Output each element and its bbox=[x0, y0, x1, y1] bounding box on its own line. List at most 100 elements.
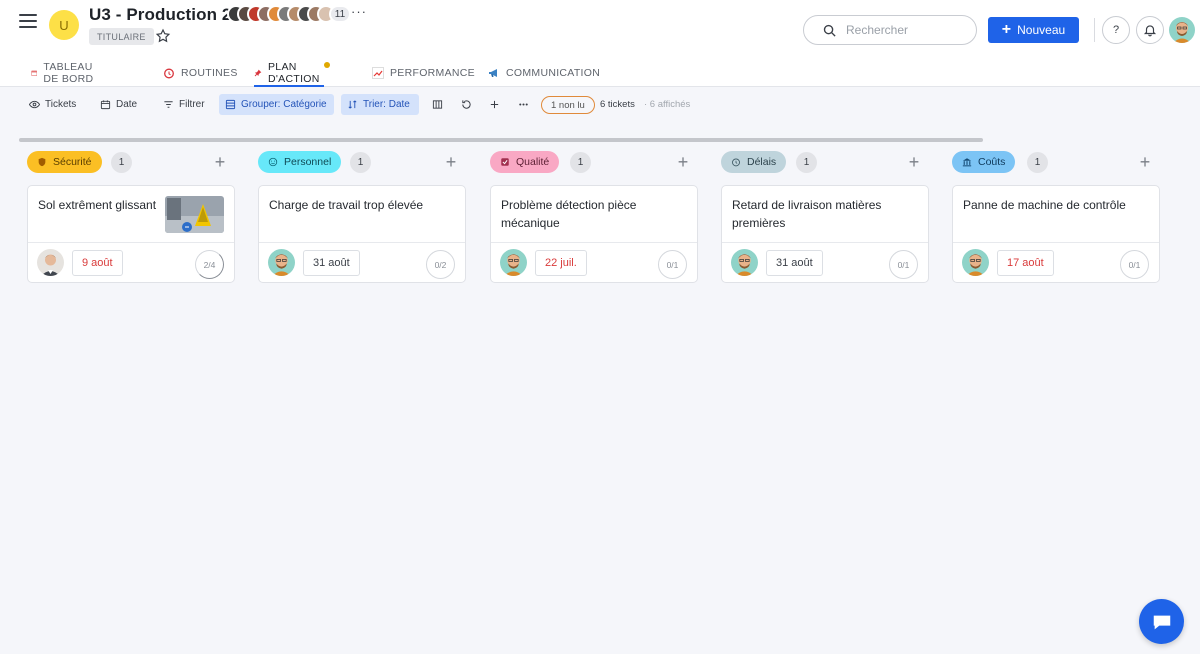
category-label: Coûts bbox=[978, 156, 1006, 168]
ticket-card[interactable]: Charge de travail trop élevée 31 août 0/… bbox=[258, 185, 466, 283]
tab-label: TABLEAU DE BORD bbox=[43, 60, 94, 85]
card-title: Charge de travail trop élevée bbox=[269, 198, 424, 212]
category-pill[interactable]: Sécurité bbox=[27, 151, 102, 173]
add-card-button[interactable]: + bbox=[441, 150, 461, 174]
progress-label: 2/4 bbox=[203, 259, 216, 270]
card-thumbnail bbox=[165, 196, 224, 233]
help-button[interactable]: ? bbox=[1102, 16, 1130, 44]
add-card-button[interactable]: + bbox=[210, 150, 230, 174]
star-icon[interactable] bbox=[155, 28, 171, 44]
add-card-button[interactable]: + bbox=[1135, 150, 1155, 174]
category-count: 1 bbox=[111, 152, 132, 173]
progress-indicator: 0/1 bbox=[889, 250, 918, 279]
search-icon bbox=[823, 24, 836, 37]
sort-label: Trier: Date bbox=[363, 99, 410, 110]
category-pill[interactable]: Délais bbox=[721, 151, 787, 173]
tab-plan-d-action[interactable]: PLAN D'ACTION bbox=[254, 58, 330, 87]
progress-indicator: 0/2 bbox=[426, 250, 455, 279]
more-toolbar-button[interactable] bbox=[512, 94, 535, 115]
category-label: Sécurité bbox=[53, 156, 92, 168]
card-title: Sol extrêment glissant bbox=[38, 198, 157, 212]
sort-icon bbox=[348, 100, 357, 109]
assignee-avatar[interactable] bbox=[731, 249, 758, 276]
card-divider bbox=[491, 242, 697, 243]
card-title: Panne de machine de contrôle bbox=[963, 198, 1126, 212]
due-date-chip[interactable]: 31 août bbox=[766, 250, 823, 276]
shown-count: · 6 affichés bbox=[644, 99, 691, 110]
more-options-icon[interactable]: ··· bbox=[351, 4, 367, 19]
calendar-icon bbox=[31, 70, 38, 76]
refresh-button[interactable] bbox=[455, 94, 478, 115]
search-box[interactable] bbox=[803, 15, 977, 45]
tickets-label: Tickets bbox=[45, 99, 77, 110]
search-input[interactable] bbox=[846, 23, 966, 37]
card-title: Problème détection pièce mécanique bbox=[501, 198, 637, 230]
plus-icon: + bbox=[1001, 21, 1012, 38]
pin-icon bbox=[254, 69, 262, 76]
member-avatars[interactable]: 11 bbox=[227, 5, 351, 23]
chat-icon bbox=[1153, 615, 1170, 629]
columns-button[interactable] bbox=[426, 94, 449, 115]
page-title: U3 - Production 2 bbox=[89, 5, 232, 24]
tickets-toggle[interactable]: Tickets bbox=[23, 94, 82, 115]
tab-label: PLAN D'ACTION bbox=[268, 60, 320, 85]
assignee-avatar[interactable] bbox=[268, 249, 295, 276]
tab-performance[interactable]: PERFORMANCE bbox=[372, 58, 475, 87]
new-button-label: Nouveau bbox=[1017, 23, 1066, 37]
column-header-personnel: Personnel 1 + bbox=[258, 150, 462, 174]
progress-label: 0/1 bbox=[666, 259, 679, 270]
smile-icon bbox=[268, 157, 278, 167]
assignee-avatar[interactable] bbox=[37, 249, 64, 276]
progress-indicator: 0/1 bbox=[1120, 250, 1149, 279]
due-date-chip[interactable]: 17 août bbox=[997, 250, 1054, 276]
column-header-qualite: Qualité 1 + bbox=[490, 150, 694, 174]
horizontal-scrollbar[interactable] bbox=[19, 138, 983, 142]
ticket-card[interactable]: Problème détection pièce mécanique 22 ju… bbox=[490, 185, 698, 283]
card-divider bbox=[28, 242, 234, 243]
filter-button[interactable]: Filtrer bbox=[157, 94, 211, 115]
unread-dot bbox=[323, 62, 330, 68]
due-date-chip[interactable]: 9 août bbox=[72, 250, 123, 276]
group-button[interactable]: Grouper: Catégorie bbox=[219, 94, 334, 115]
filter-label: Filtrer bbox=[179, 99, 205, 110]
date-toggle[interactable]: Date bbox=[94, 94, 143, 115]
ticket-card[interactable]: Panne de machine de contrôle 17 août 0/1 bbox=[952, 185, 1160, 283]
category-count: 1 bbox=[570, 152, 591, 173]
tab-label: COMMUNICATION bbox=[506, 66, 601, 79]
ticket-card[interactable]: Retard de livraison matières premières 3… bbox=[721, 185, 929, 283]
category-pill[interactable]: Qualité bbox=[490, 151, 560, 173]
new-button[interactable]: + Nouveau bbox=[988, 17, 1079, 43]
category-label: Qualité bbox=[516, 156, 550, 168]
calendar-icon bbox=[100, 100, 111, 110]
add-card-button[interactable]: + bbox=[904, 150, 924, 174]
menu-icon[interactable] bbox=[19, 14, 37, 28]
chat-button[interactable] bbox=[1139, 599, 1184, 644]
tab-tableau-de-bord[interactable]: TABLEAU DE BORD bbox=[31, 58, 98, 87]
checkbox-icon bbox=[501, 158, 509, 166]
tickets-count: 6 tickets bbox=[600, 99, 635, 110]
sort-button[interactable]: Trier: Date bbox=[341, 94, 419, 115]
filter-icon bbox=[164, 101, 173, 108]
notifications-button[interactable] bbox=[1136, 16, 1164, 44]
tab-communication[interactable]: COMMUNICATION bbox=[488, 58, 600, 87]
megaphone-icon bbox=[489, 68, 497, 77]
progress-indicator: 2/4 bbox=[195, 250, 224, 279]
category-pill[interactable]: Coûts bbox=[952, 151, 1016, 173]
category-count: 1 bbox=[350, 152, 371, 173]
unread-filter[interactable]: 1 non lu bbox=[541, 96, 595, 114]
user-avatar[interactable] bbox=[1169, 17, 1195, 43]
due-date-chip[interactable]: 22 juil. bbox=[535, 250, 587, 276]
due-date-chip[interactable]: 31 août bbox=[303, 250, 360, 276]
space-avatar[interactable]: U bbox=[49, 10, 79, 40]
add-card-button[interactable]: + bbox=[673, 150, 693, 174]
card-divider bbox=[722, 242, 928, 243]
add-button[interactable] bbox=[483, 94, 506, 115]
assignee-avatar[interactable] bbox=[962, 249, 989, 276]
category-pill[interactable]: Personnel bbox=[258, 151, 342, 173]
ticket-card[interactable]: Sol extrêment glissant 9 août 2/4 bbox=[27, 185, 235, 283]
progress-label: 0/1 bbox=[1128, 259, 1141, 270]
bell-icon bbox=[1143, 25, 1157, 37]
assignee-avatar[interactable] bbox=[500, 249, 527, 276]
tab-routines[interactable]: ROUTINES bbox=[163, 58, 238, 87]
date-label: Date bbox=[116, 99, 138, 110]
